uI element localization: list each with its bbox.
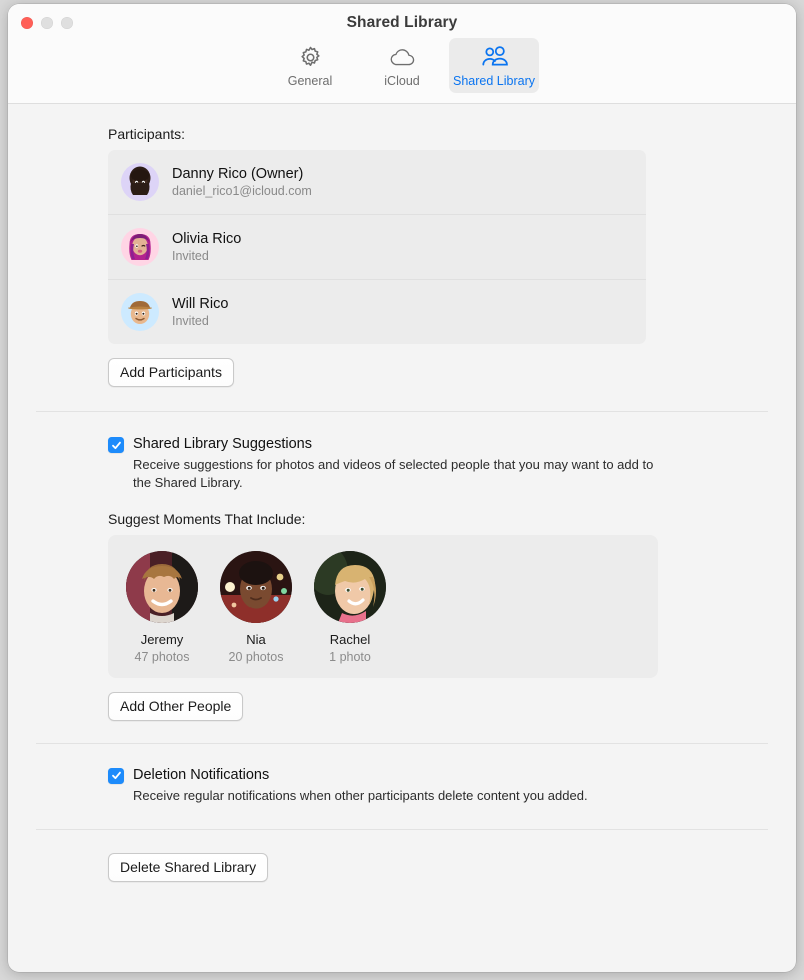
deletion-notifications-checkbox[interactable]: [108, 767, 124, 784]
avatar: [121, 163, 159, 201]
avatar: [121, 228, 159, 266]
add-participants-button[interactable]: Add Participants: [108, 358, 234, 387]
page-title: Shared Library: [346, 14, 458, 31]
people-icon: [451, 44, 537, 71]
list-item[interactable]: Rachel 1 photo: [314, 550, 386, 664]
preferences-window: Shared Library General iCloud Shared Lib…: [8, 4, 796, 972]
add-other-people-button-wrap: Add Other People: [108, 691, 796, 721]
gear-icon: [267, 44, 353, 71]
zoom-button-icon[interactable]: [61, 17, 73, 29]
add-participants-button-wrap: Add Participants: [108, 358, 796, 387]
tab-icloud-label: iCloud: [384, 74, 420, 88]
person-photo-count: 20 photos: [228, 649, 284, 664]
person-name: Jeremy: [140, 631, 184, 647]
tab-icloud[interactable]: iCloud: [357, 38, 447, 93]
preferences-content: Participants: Danny Rico (Owner) daniel_…: [8, 104, 796, 972]
tab-shared-library[interactable]: Shared Library: [449, 38, 539, 93]
participants-list: Danny Rico (Owner) daniel_rico1@icloud.c…: [108, 150, 646, 344]
delete-shared-library-button[interactable]: Delete Shared Library: [108, 853, 269, 883]
list-item[interactable]: Nia 20 photos: [220, 550, 292, 664]
tab-general[interactable]: General: [265, 38, 355, 93]
avatar: [121, 293, 159, 331]
tab-shared-library-label: Shared Library: [453, 74, 535, 88]
participants-label: Participants:: [108, 126, 186, 142]
person-photo-count: 1 photo: [329, 649, 371, 664]
table-row[interactable]: Olivia Rico Invited: [108, 215, 646, 280]
close-button-icon[interactable]: [21, 17, 33, 29]
person-photo-count: 47 photos: [134, 649, 190, 664]
add-other-people-button[interactable]: Add Other People: [108, 691, 244, 721]
participant-status: Invited: [172, 248, 209, 263]
participant-status: Invited: [172, 313, 209, 328]
shared-library-suggestions-checkbox[interactable]: [108, 437, 124, 453]
list-item[interactable]: Jeremy 47 photos: [126, 550, 198, 664]
delete-shared-library-button-wrap: Delete Shared Library: [108, 853, 796, 883]
suggested-people-list: Jeremy 47 photos Nia 20 photos Rachel 1 …: [108, 534, 658, 678]
participant-name: Olivia Rico: [172, 230, 242, 247]
person-photo: [314, 550, 386, 623]
person-photo: [126, 550, 198, 623]
minimize-button-icon[interactable]: [41, 17, 53, 29]
tab-general-label: General: [287, 74, 333, 88]
participant-name: Will Rico: [172, 295, 229, 312]
deletion-notifications-row[interactable]: Deletion Notifications: [108, 767, 796, 784]
deletion-notifications-label: Deletion Notifications: [133, 766, 270, 783]
window-titlebar: Shared Library General iCloud Shared Lib…: [8, 4, 796, 104]
shared-library-suggestions-label: Shared Library Suggestions: [133, 436, 312, 452]
traffic-light-group: [21, 17, 73, 29]
deletion-notifications-description: Receive regular notifications when other…: [133, 787, 588, 803]
participant-name: Danny Rico (Owner): [172, 165, 304, 182]
toolbar-tabs: General iCloud Shared Library: [8, 38, 796, 93]
table-row[interactable]: Danny Rico (Owner) daniel_rico1@icloud.c…: [108, 150, 646, 215]
shared-library-suggestions-row[interactable]: Shared Library Suggestions: [108, 436, 796, 453]
shared-library-suggestions-description: Receive suggestions for photos and video…: [133, 457, 654, 491]
person-name: Rachel: [329, 631, 371, 647]
person-name: Nia: [246, 631, 266, 647]
person-photo: [220, 550, 292, 623]
participant-status: daniel_rico1@icloud.com: [172, 183, 312, 198]
table-row[interactable]: Will Rico Invited: [108, 280, 646, 344]
suggest-moments-label: Suggest Moments That Include:: [108, 510, 306, 527]
cloud-icon: [359, 44, 445, 71]
